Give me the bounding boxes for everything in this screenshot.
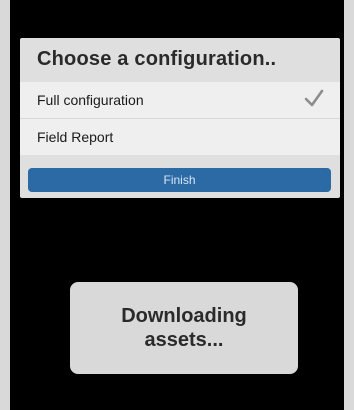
toast-message: Downloading assets... — [121, 305, 247, 351]
option-field-report[interactable]: Field Report — [20, 119, 340, 155]
option-full-configuration[interactable]: Full configuration — [20, 82, 340, 118]
option-label: Full configuration — [37, 92, 144, 108]
finish-button[interactable]: Finish — [28, 168, 331, 192]
dialog-title: Choose a configuration.. — [37, 48, 277, 70]
configuration-dialog: Choose a configuration.. Full configurat… — [20, 38, 340, 198]
checkmark-icon — [304, 89, 324, 107]
loading-toast: Downloading assets... — [70, 282, 298, 374]
option-label: Field Report — [37, 129, 114, 145]
